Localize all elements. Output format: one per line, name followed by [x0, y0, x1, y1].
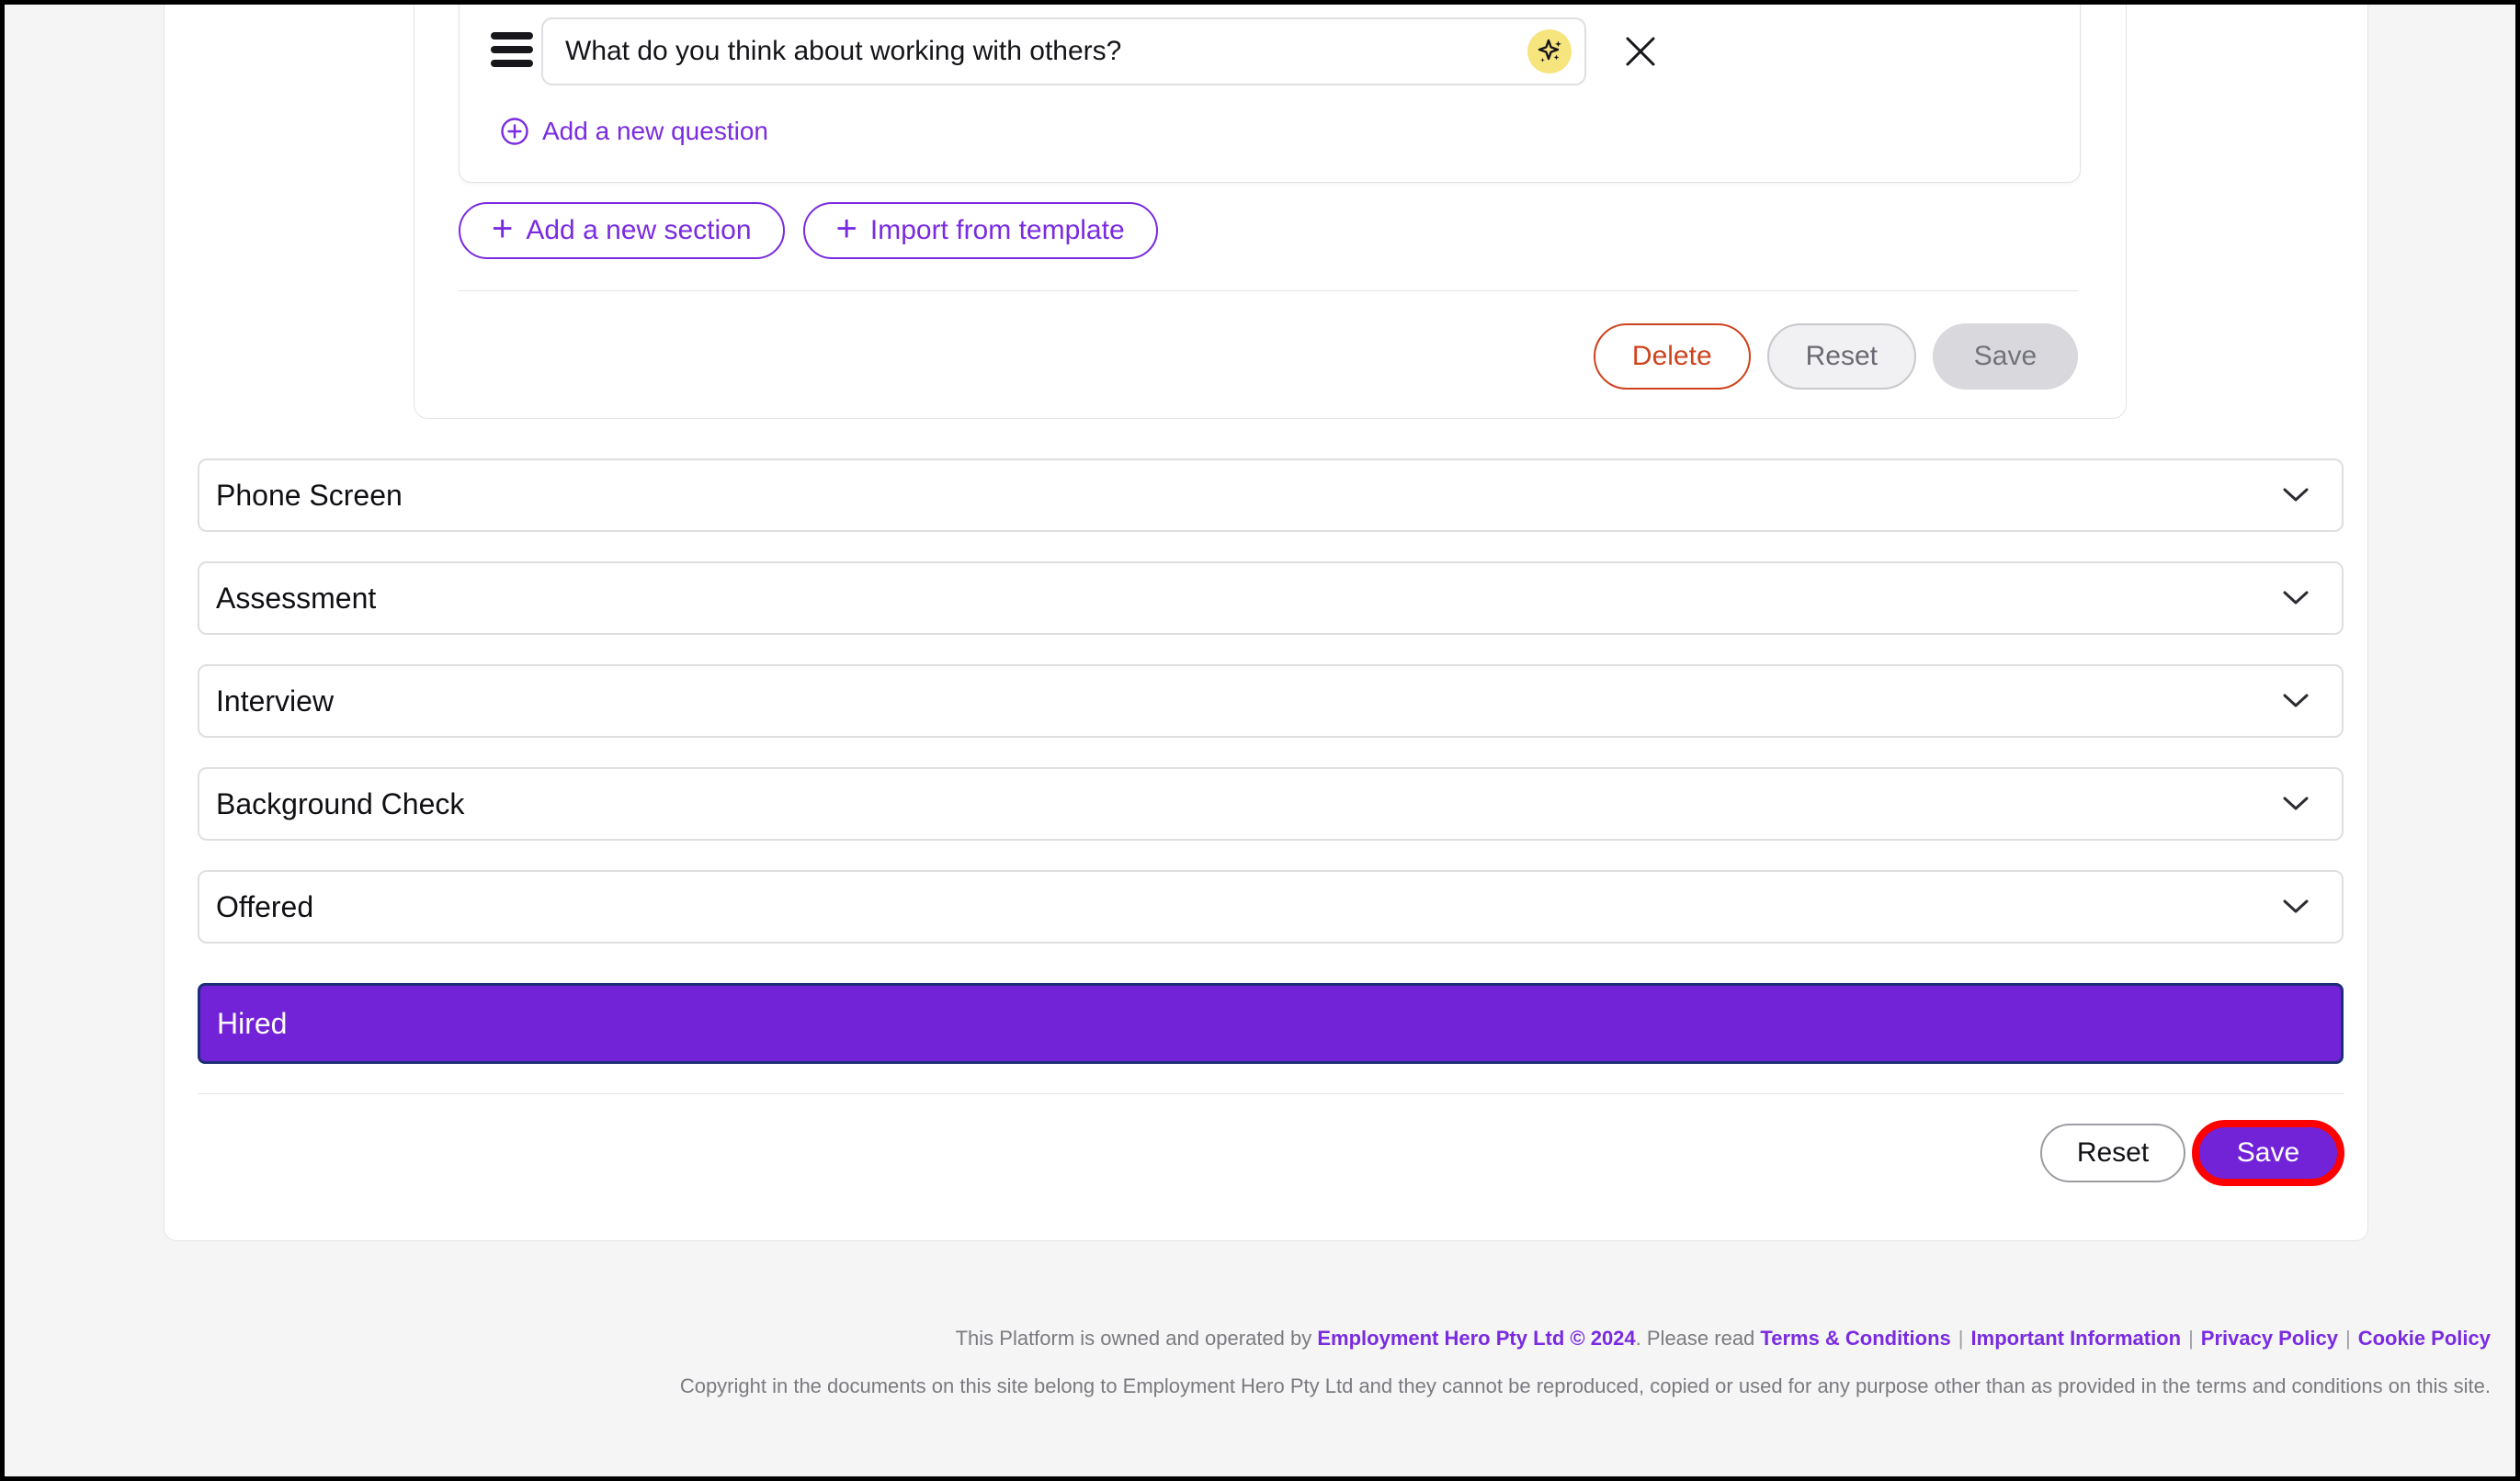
question-list-card: What do you think about working with oth…	[459, 0, 2081, 183]
footer-separator: |	[1951, 1327, 1971, 1350]
footer-legal-line: This Platform is owned and operated by E…	[5, 1325, 2491, 1352]
plus-icon: +	[492, 210, 513, 247]
stage-label: Interview	[216, 684, 2283, 718]
remove-question-icon[interactable]	[1621, 32, 1660, 71]
reset-button[interactable]: Reset	[1767, 323, 1916, 390]
import-template-label: Import from template	[870, 215, 1125, 246]
important-information-link[interactable]: Important Information	[1971, 1327, 2182, 1350]
footer-separator: |	[2181, 1327, 2201, 1350]
chevron-down-icon	[2283, 694, 2309, 708]
privacy-policy-link[interactable]: Privacy Policy	[2201, 1327, 2338, 1350]
page-reset-button[interactable]: Reset	[2040, 1124, 2185, 1182]
chevron-down-icon	[2283, 899, 2309, 914]
stage-accordion-interview[interactable]: Interview	[198, 664, 2344, 738]
terms-conditions-link[interactable]: Terms & Conditions	[1760, 1327, 1950, 1350]
stage-accordion-assessment[interactable]: Assessment	[198, 561, 2344, 635]
delete-button[interactable]: Delete	[1594, 323, 1751, 390]
card-action-bar: Delete Reset Save	[1594, 323, 2078, 390]
stage-label: Hired	[217, 1007, 2308, 1041]
footer-copyright-line: Copyright in the documents on this site …	[5, 1373, 2491, 1400]
plus-icon: +	[836, 210, 857, 247]
footer-separator: |	[2338, 1327, 2358, 1350]
page-background: What do you think about working with oth…	[5, 5, 2515, 1476]
save-button-disabled[interactable]: Save	[1933, 323, 2078, 390]
stage-label: Assessment	[216, 582, 2283, 616]
stage-accordion-phone-screen[interactable]: Phone Screen	[198, 458, 2344, 532]
question-row: What do you think about working with oth…	[491, 17, 2053, 87]
cookie-policy-link[interactable]: Cookie Policy	[2358, 1327, 2491, 1350]
import-template-button[interactable]: + Import from template	[803, 202, 1158, 259]
footer: This Platform is owned and operated by E…	[5, 1325, 2491, 1400]
footer-text: This Platform is owned and operated by	[956, 1327, 1318, 1350]
plus-circle-icon	[500, 117, 529, 146]
footer-text: . Please read	[1636, 1327, 1761, 1350]
add-section-button[interactable]: + Add a new section	[459, 202, 785, 259]
card-divider	[459, 290, 2079, 291]
stage-accordion-background-check[interactable]: Background Check	[198, 767, 2344, 841]
owner-link[interactable]: Employment Hero Pty Ltd © 2024	[1317, 1327, 1635, 1350]
add-question-label: Add a new question	[542, 117, 768, 146]
stage-label: Offered	[216, 890, 2283, 924]
drag-handle-icon[interactable]	[491, 32, 533, 73]
chevron-down-icon	[2283, 591, 2309, 605]
stage-accordion-offered[interactable]: Offered	[198, 870, 2344, 944]
question-input[interactable]: What do you think about working with oth…	[541, 17, 1586, 85]
stage-label: Phone Screen	[216, 479, 2283, 513]
question-text: What do you think about working with oth…	[565, 36, 1527, 67]
stage-label: Background Check	[216, 787, 2283, 821]
stage-accordion-hired-selected[interactable]: Hired	[198, 983, 2344, 1064]
page-save-button-highlighted[interactable]: Save	[2192, 1120, 2344, 1186]
sparkles-icon	[1534, 36, 1565, 67]
add-question-link[interactable]: Add a new question	[500, 117, 768, 146]
ai-sparkle-button[interactable]	[1527, 29, 1572, 73]
section-editor-card: What do you think about working with oth…	[414, 0, 2127, 419]
chevron-down-icon	[2283, 797, 2309, 811]
page-divider	[198, 1093, 2344, 1094]
screenshot-frame: What do you think about working with oth…	[0, 0, 2520, 1481]
add-section-label: Add a new section	[526, 215, 751, 246]
section-toolbar: + Add a new section + Import from templa…	[459, 202, 1158, 259]
chevron-down-icon	[2283, 488, 2309, 503]
